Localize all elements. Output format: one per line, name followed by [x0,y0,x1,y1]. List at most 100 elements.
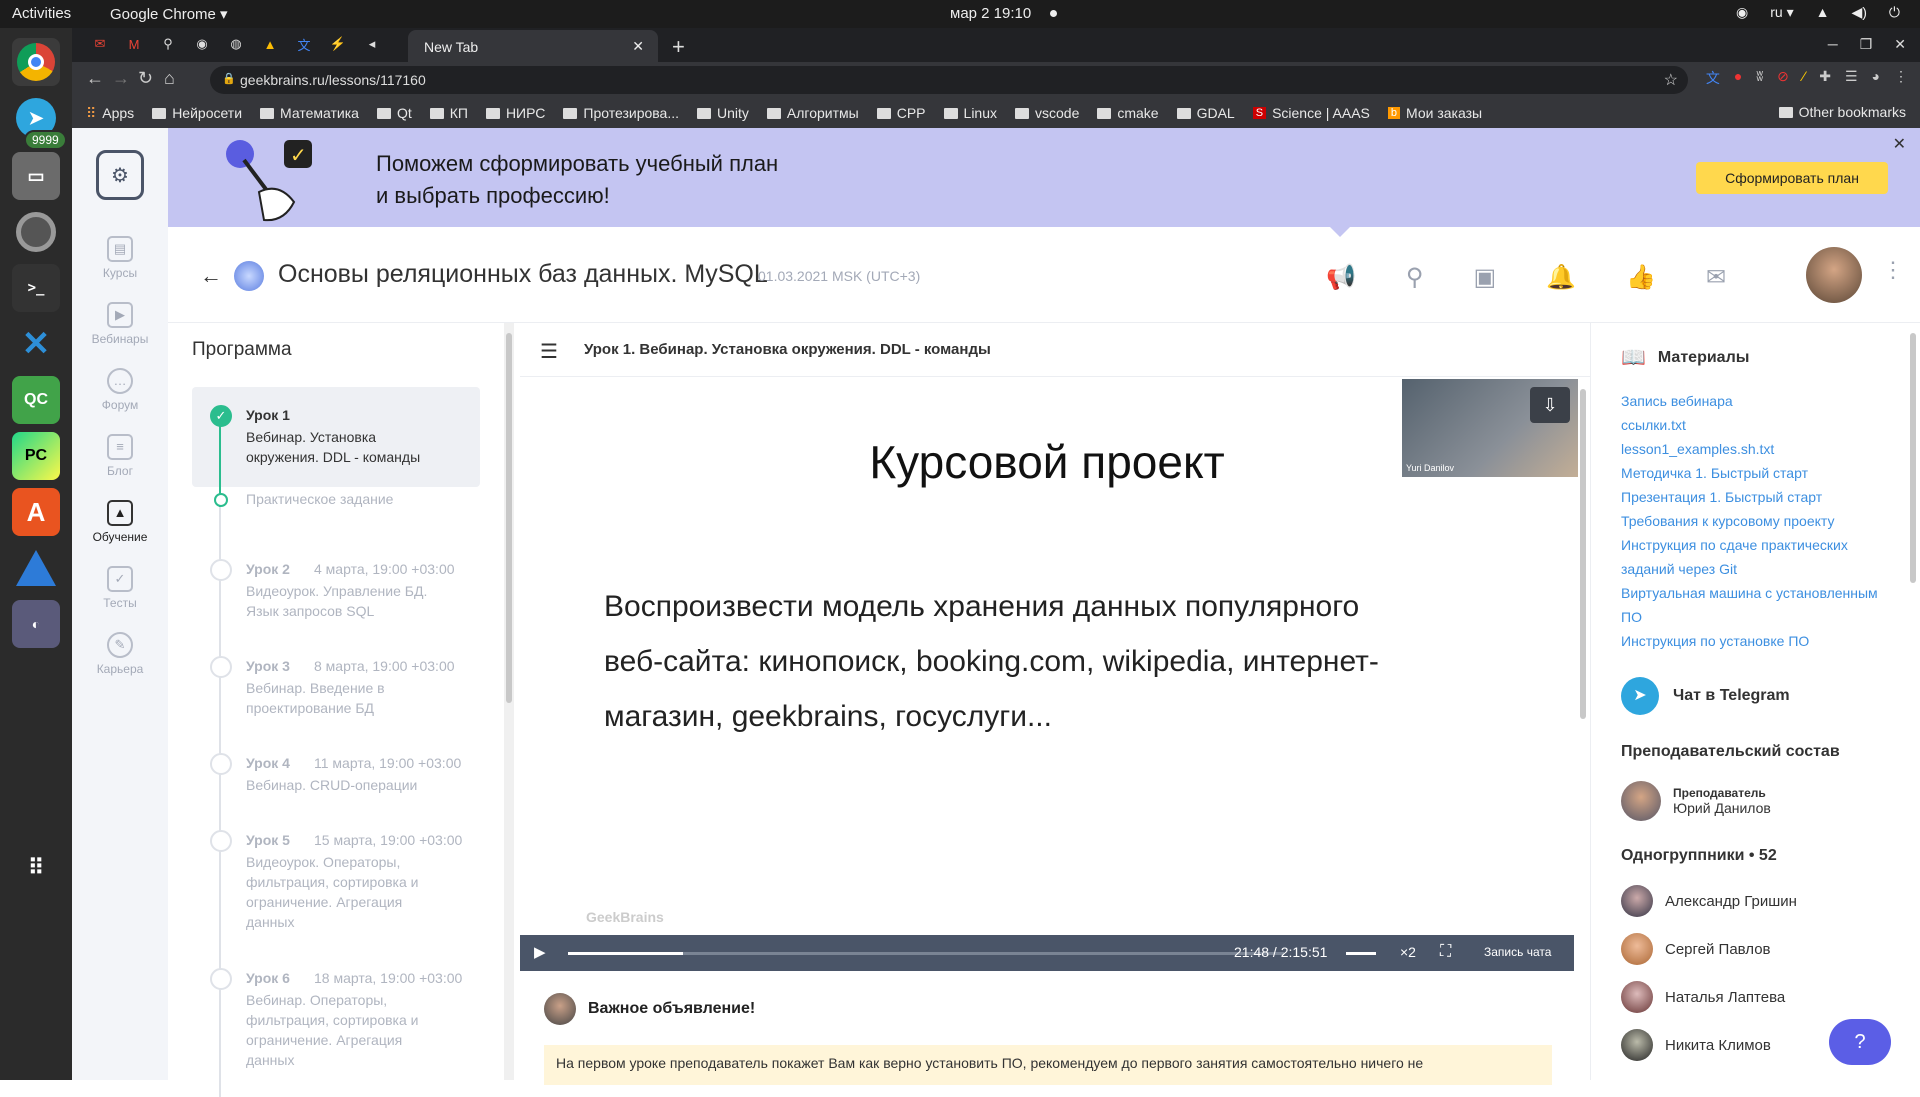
groupmate-item[interactable]: Наталья Лаптева [1621,981,1785,1013]
download-icon[interactable]: ⇩ [1530,387,1570,423]
toggle-launcher-icon[interactable]: ◐ [12,600,60,648]
back-arrow-icon[interactable]: ← [200,263,222,289]
app-menu[interactable]: Google Chrome ▾ [110,5,228,23]
reload-icon[interactable]: ↻ [138,68,153,89]
teacher-card[interactable]: Преподаватель Юрий Данилов [1621,781,1771,821]
chat-record-button[interactable]: Запись чата [1484,945,1551,959]
scroll-thumb[interactable] [506,333,512,703]
qtcreator-launcher-icon[interactable]: QC [12,376,60,424]
bookmark-science[interactable]: S Science | AAAS [1252,105,1370,121]
material-link[interactable]: Инструкция по установке ПО [1621,629,1891,653]
power-icon[interactable]: ⏻ [1889,4,1900,21]
terminal-launcher-icon[interactable]: >_ [12,264,60,312]
translate-extension-icon[interactable]: 文 [1706,68,1720,88]
groupmate-item[interactable]: Сергей Павлов [1621,933,1771,965]
vk-extension-icon[interactable]: ʬ [1756,68,1763,88]
program-scrollbar[interactable] [504,323,514,1080]
tab-icon-4[interactable]: ◉ [190,32,214,56]
forward-icon[interactable]: → [112,68,130,89]
drive-tab-icon[interactable]: ▲ [258,32,282,56]
bookmark-folder[interactable]: Протезирова... [563,105,679,121]
bookmark-folder[interactable]: cmake [1097,105,1159,121]
material-link[interactable]: ссылки.txt [1621,413,1891,437]
scroll-thumb[interactable] [1910,333,1916,583]
volume-icon[interactable]: ◀) [1851,4,1866,21]
geekbrains-logo-icon[interactable]: ⚙ [96,150,144,200]
mail-icon[interactable]: ✉ [1706,263,1726,292]
bookmark-folder[interactable]: Qt [376,105,412,121]
gmail-tab2-icon[interactable]: M [122,32,146,56]
chrome-launcher-icon[interactable] [12,38,60,86]
material-link[interactable]: lesson1_examples.sh.txt [1621,437,1891,461]
bookmark-folder[interactable]: Математика [260,105,359,121]
user-avatar[interactable] [1806,247,1862,303]
groupmate-item[interactable]: Никита Климов [1621,1029,1771,1061]
close-tab-icon[interactable]: ✕ [632,38,644,55]
video-player[interactable]: Курсовой проект Воспроизвести модель хра… [520,379,1578,971]
telegram-chat-link[interactable]: ➤ Чат в Telegram [1621,677,1790,715]
scroll-thumb[interactable] [1580,389,1586,719]
material-link[interactable]: Требования к курсовому проекту [1621,509,1891,533]
speed-button[interactable]: ×2 [1400,944,1416,960]
lock-icon[interactable]: 🔒 [222,72,236,85]
nav-blog[interactable]: ≡ Блог [72,434,168,478]
nav-forum[interactable]: … Форум [72,368,168,412]
material-link[interactable]: Презентация 1. Быстрый старт [1621,485,1891,509]
settings-launcher-icon[interactable] [12,208,60,256]
bookmark-folder[interactable]: GDAL [1176,105,1235,121]
activities-button[interactable]: Activities [12,5,71,22]
material-link[interactable]: Инструкция по сдаче практических заданий… [1621,533,1891,581]
vscode-launcher-icon[interactable]: ✕ [12,320,60,368]
clock[interactable]: мар 2 19:10 [950,5,1031,22]
chrome-menu-icon[interactable]: ⋮ [1894,68,1908,88]
tab-new-tab[interactable]: New Tab ✕ [408,30,658,64]
tab-icon-8[interactable]: ⚡ [326,32,350,56]
software-center-launcher-icon[interactable]: A [12,488,60,536]
language-indicator[interactable]: ru ▾ [1770,4,1793,21]
reading-list-icon[interactable]: ☰ [1845,68,1858,88]
bookmark-folder[interactable]: Unity [697,105,749,121]
close-banner-icon[interactable]: ✕ [1893,134,1906,154]
main-scrollbar[interactable] [1578,379,1588,1079]
bookmark-folder[interactable]: НИРС [485,105,545,121]
translate-tab-icon[interactable]: 文 [292,32,316,56]
sidebar-scrollbar[interactable] [1907,323,1919,1080]
new-tab-button[interactable]: + [672,34,685,60]
qgis-launcher-icon[interactable] [12,544,60,592]
pycharm-launcher-icon[interactable]: PC [12,432,60,480]
nav-learning[interactable]: ▲ Обучение [72,500,168,544]
thumbs-up-icon[interactable]: 👍 [1626,263,1656,292]
profile-avatar-icon[interactable]: ◕ [1872,68,1880,88]
wifi-icon[interactable]: ▲ [1816,4,1830,21]
home-icon[interactable]: ⌂ [164,68,175,89]
extension-icon-2[interactable]: ● [1734,68,1742,88]
extensions-puzzle-icon[interactable]: ✚ [1819,68,1831,88]
maximize-icon[interactable]: ❐ [1860,36,1873,53]
gmail-tab-icon[interactable]: ✉ [88,32,112,56]
help-button[interactable]: ? [1829,1019,1891,1065]
chrome-tray-icon[interactable]: ◉ [1736,4,1748,21]
system-tray[interactable]: ◉ ru ▾ ▲ ◀) ⏻ [1736,4,1900,21]
bookmark-folder[interactable]: Алгоритмы [766,105,859,121]
bookmark-folder[interactable]: CPP [876,105,926,121]
nav-webinars[interactable]: ▶ Вебинары [72,302,168,346]
material-link[interactable]: Методичка 1. Быстрый старт [1621,461,1891,485]
calendar-icon[interactable]: ▣ [1473,263,1496,292]
collapse-menu-icon[interactable]: ☰ [540,339,558,364]
groupmate-item[interactable]: Александр Гришин [1621,885,1797,917]
bookmark-orders[interactable]: b Мои заказы [1387,105,1482,121]
fullscreen-icon[interactable]: ⛶ [1440,943,1451,961]
show-apps-icon[interactable]: ⠿ [12,844,60,892]
nav-tests[interactable]: ✓ Тесты [72,566,168,610]
files-launcher-icon[interactable]: ▭ [12,152,60,200]
bookmark-folder[interactable]: КП [429,105,468,121]
play-icon[interactable]: ▶ [534,943,546,961]
bell-icon[interactable]: 🔔 [1546,263,1576,292]
nav-courses[interactable]: ▤ Курсы [72,236,168,280]
megaphone-icon[interactable]: 📢 [1326,263,1356,292]
seek-bar[interactable] [568,952,1284,955]
github-tab-icon[interactable]: ◍ [224,32,248,56]
nav-career[interactable]: ✎ Карьера [72,632,168,676]
create-plan-button[interactable]: Сформировать план [1696,162,1888,194]
tab-icon-9[interactable]: ◂ [360,32,384,56]
